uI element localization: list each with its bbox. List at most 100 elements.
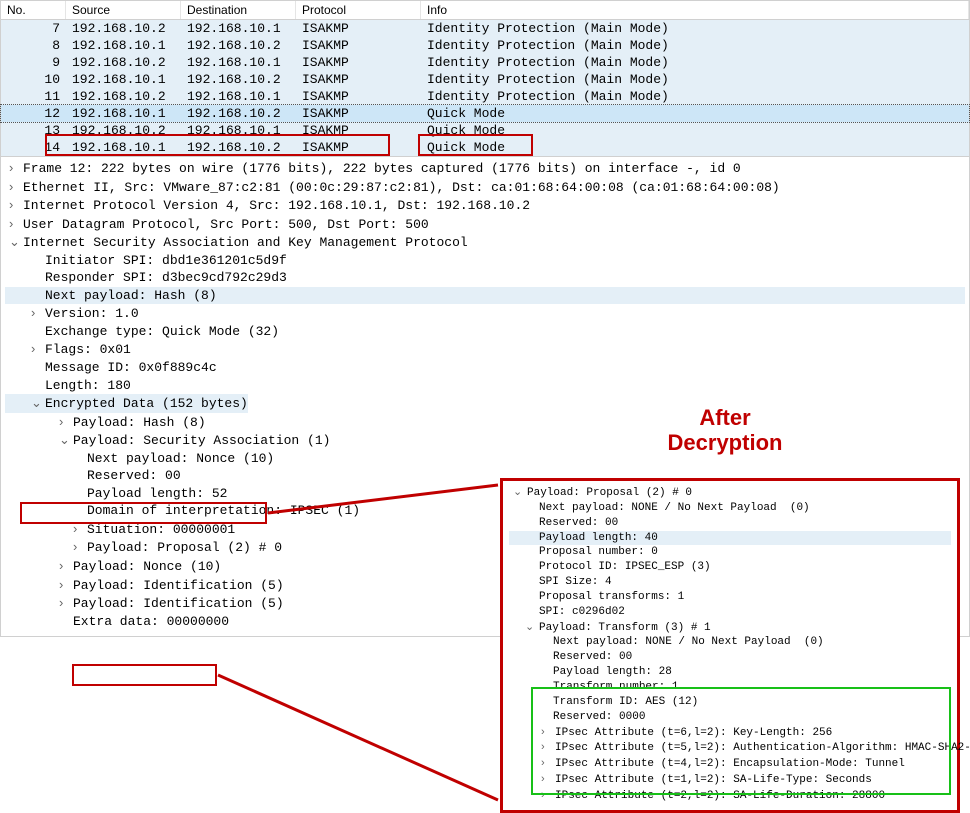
packet-row[interactable]: 14 192.168.10.1 192.168.10.2 ISAKMP Quic… — [1, 139, 969, 156]
chevron-right-icon[interactable]: › — [9, 196, 23, 214]
chevron-right-icon[interactable]: › — [9, 159, 23, 177]
cell-info: Identity Protection (Main Mode) — [421, 71, 969, 88]
tree-label: Payload: Identification (5) — [73, 596, 284, 611]
callout-row: Next payload: NONE / No Next Payload (0) — [509, 635, 951, 650]
tree-frame[interactable]: ›Frame 12: 222 bytes on wire (1776 bits)… — [5, 159, 965, 178]
cell-no: 7 — [1, 20, 66, 37]
tree-ip[interactable]: ›Internet Protocol Version 4, Src: 192.1… — [5, 196, 965, 215]
tree-label: Encrypted Data (152 bytes) — [45, 396, 248, 411]
callout-row: Protocol ID: IPSEC_ESP (3) — [509, 560, 951, 575]
callout-label: Payload: Proposal (2) # 0 — [527, 487, 692, 499]
callout-row: Transform ID: AES (12) — [509, 695, 951, 710]
packet-row[interactable]: 9 192.168.10.2 192.168.10.1 ISAKMP Ident… — [1, 54, 969, 71]
callout-row: ›IPsec Attribute (t=4,l=2): Encapsulatio… — [509, 756, 951, 772]
tree-version[interactable]: ›Version: 1.0 — [5, 304, 965, 323]
packet-row-selected[interactable]: 12 192.168.10.1 192.168.10.2 ISAKMP Quic… — [1, 105, 969, 122]
cell-dst: 192.168.10.1 — [181, 20, 296, 37]
packet-row[interactable]: 7 192.168.10.2 192.168.10.1 ISAKMP Ident… — [1, 20, 969, 37]
tree-length[interactable]: Length: 180 — [5, 377, 965, 395]
col-header-src[interactable]: Source — [66, 1, 181, 19]
tree-ispi[interactable]: Initiator SPI: dbd1e361201c5d9f — [5, 252, 965, 270]
chevron-down-icon[interactable]: ⌄ — [31, 394, 45, 412]
chevron-right-icon[interactable]: › — [59, 557, 73, 575]
callout-row: ⌄Payload: Transform (3) # 1 — [509, 620, 951, 636]
cell-prot: ISAKMP — [296, 20, 421, 37]
packet-row[interactable]: 8 192.168.10.1 192.168.10.2 ISAKMP Ident… — [1, 37, 969, 54]
packet-row[interactable]: 11 192.168.10.2 192.168.10.1 ISAKMP Iden… — [1, 88, 969, 105]
cell-info: Quick Mode — [421, 105, 969, 122]
cell-dst: 192.168.10.1 — [181, 88, 296, 105]
cell-info: Identity Protection (Main Mode) — [421, 88, 969, 105]
cell-dst: 192.168.10.1 — [181, 54, 296, 71]
chevron-right-icon[interactable]: › — [73, 538, 87, 556]
tree-label: Payload: Identification (5) — [73, 578, 284, 593]
cell-info: Quick Mode — [421, 139, 969, 156]
callout-row: Payload length: 28 — [509, 665, 951, 680]
chevron-right-icon[interactable]: › — [73, 520, 87, 538]
cell-info: Identity Protection (Main Mode) — [421, 37, 969, 54]
tree-label: Payload: Proposal (2) # 0 — [87, 540, 282, 555]
packet-list-header: No. Source Destination Protocol Info — [1, 1, 969, 20]
cell-src: 192.168.10.2 — [66, 122, 181, 139]
tree-payload-hash[interactable]: ›Payload: Hash (8) — [5, 413, 965, 432]
cell-prot: ISAKMP — [296, 54, 421, 71]
callout-row: ›IPsec Attribute (t=2,l=2): SA-Life-Dura… — [509, 788, 951, 804]
cell-src: 192.168.10.1 — [66, 139, 181, 156]
cell-dst: 192.168.10.1 — [181, 122, 296, 139]
packet-row[interactable]: 13 192.168.10.2 192.168.10.1 ISAKMP Quic… — [1, 122, 969, 139]
cell-prot: ISAKMP — [296, 105, 421, 122]
tree-encrypted-data[interactable]: ⌄Encrypted Data (152 bytes) — [5, 394, 248, 413]
chevron-right-icon[interactable]: › — [9, 178, 23, 196]
tree-flags[interactable]: ›Flags: 0x01 — [5, 340, 965, 359]
tree-label: Internet Protocol Version 4, Src: 192.16… — [23, 198, 530, 213]
tree-ethernet[interactable]: ›Ethernet II, Src: VMware_87:c2:81 (00:0… — [5, 178, 965, 197]
cell-no: 11 — [1, 88, 66, 105]
tree-label: User Datagram Protocol, Src Port: 500, D… — [23, 217, 429, 232]
annotation-callout-panel: ⌄Payload: Proposal (2) # 0 Next payload:… — [500, 478, 960, 813]
callout-label: IPsec Attribute (t=1,l=2): SA-Life-Type:… — [555, 774, 872, 786]
cell-info: Quick Mode — [421, 122, 969, 139]
chevron-right-icon[interactable]: › — [59, 576, 73, 594]
chevron-right-icon: › — [541, 756, 555, 771]
chevron-down-icon[interactable]: ⌄ — [9, 233, 23, 251]
col-header-info[interactable]: Info — [421, 1, 969, 19]
chevron-right-icon[interactable]: › — [59, 413, 73, 431]
callout-row: SPI: c0296d02 — [509, 605, 951, 620]
chevron-right-icon[interactable]: › — [59, 594, 73, 612]
tree-next-payload[interactable]: Next payload: Hash (8) — [5, 287, 965, 305]
callout-row: Proposal number: 0 — [509, 545, 951, 560]
chevron-right-icon: › — [541, 788, 555, 803]
tree-exchange[interactable]: Exchange type: Quick Mode (32) — [5, 323, 965, 341]
tree-rspi[interactable]: Responder SPI: d3bec9cd792c29d3 — [5, 269, 965, 287]
cell-prot: ISAKMP — [296, 139, 421, 156]
tree-msgid[interactable]: Message ID: 0x0f889c4c — [5, 359, 965, 377]
cell-no: 9 — [1, 54, 66, 71]
tree-label: Flags: 0x01 — [45, 342, 131, 357]
cell-no: 13 — [1, 122, 66, 139]
chevron-right-icon[interactable]: › — [31, 340, 45, 358]
tree-sa-np[interactable]: Next payload: Nonce (10) — [5, 450, 965, 468]
tree-label: Ethernet II, Src: VMware_87:c2:81 (00:0c… — [23, 180, 780, 195]
cell-src: 192.168.10.2 — [66, 20, 181, 37]
callout-label: Payload: Transform (3) # 1 — [539, 622, 711, 634]
annotation-proposal-box — [72, 664, 217, 686]
callout-row: ›IPsec Attribute (t=1,l=2): SA-Life-Type… — [509, 772, 951, 788]
cell-src: 192.168.10.1 — [66, 37, 181, 54]
cell-no: 14 — [1, 139, 66, 156]
col-header-prot[interactable]: Protocol — [296, 1, 421, 19]
packet-row[interactable]: 10 192.168.10.1 192.168.10.2 ISAKMP Iden… — [1, 71, 969, 88]
tree-label: Payload: Hash (8) — [73, 415, 206, 430]
annotation-title: AfterDecryption — [635, 405, 815, 456]
tree-payload-sa[interactable]: ⌄Payload: Security Association (1) — [5, 431, 965, 450]
tree-label: Payload: Nonce (10) — [73, 559, 221, 574]
col-header-no[interactable]: No. — [1, 1, 66, 19]
chevron-right-icon[interactable]: › — [31, 304, 45, 322]
tree-label: Situation: 00000001 — [87, 522, 235, 537]
cell-no: 12 — [1, 105, 66, 122]
tree-isakmp[interactable]: ⌄Internet Security Association and Key M… — [5, 233, 965, 252]
cell-src: 192.168.10.2 — [66, 88, 181, 105]
col-header-dst[interactable]: Destination — [181, 1, 296, 19]
chevron-right-icon[interactable]: › — [9, 215, 23, 233]
chevron-down-icon[interactable]: ⌄ — [59, 431, 73, 449]
tree-udp[interactable]: ›User Datagram Protocol, Src Port: 500, … — [5, 215, 965, 234]
